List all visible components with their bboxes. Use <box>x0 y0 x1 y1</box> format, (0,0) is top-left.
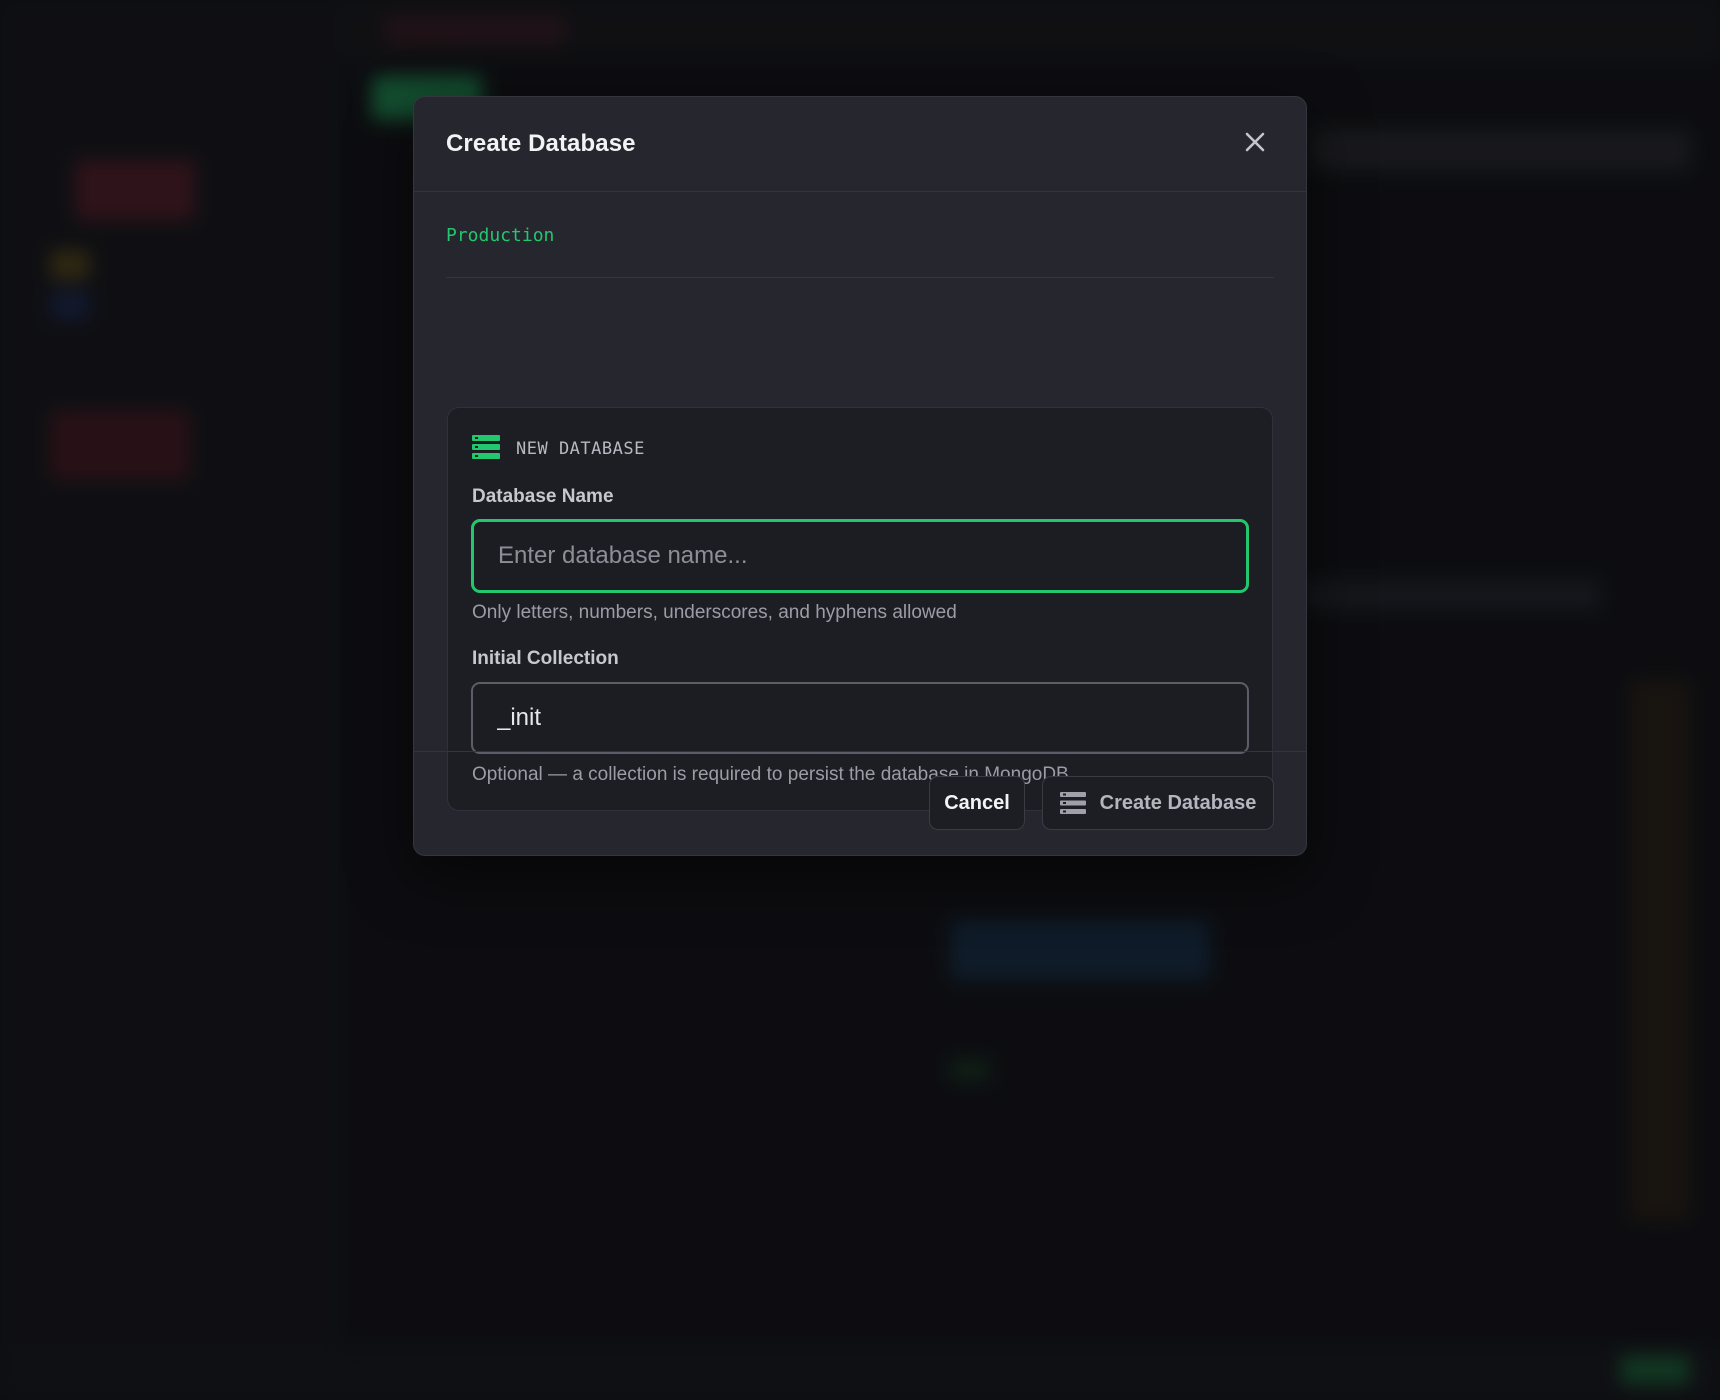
card-header: NEW DATABASE <box>472 434 645 464</box>
app-window: Create Database Production NEW DATABASE … <box>0 0 1720 1400</box>
divider <box>446 277 1274 278</box>
cancel-button[interactable]: Cancel <box>929 776 1025 830</box>
card-heading: NEW DATABASE <box>516 439 645 459</box>
create-database-button[interactable]: Create Database <box>1042 776 1274 830</box>
initial-collection-label: Initial Collection <box>472 648 619 669</box>
database-name-input[interactable] <box>471 519 1249 593</box>
database-icon <box>1059 792 1086 814</box>
dialog-footer: Cancel Create Database <box>414 751 1306 855</box>
create-database-dialog: Create Database Production NEW DATABASE … <box>413 96 1307 856</box>
initial-collection-input[interactable] <box>471 682 1249 754</box>
dialog-title: Create Database <box>446 130 636 157</box>
create-button-label: Create Database <box>1099 791 1257 814</box>
database-name-help: Only letters, numbers, underscores, and … <box>472 602 957 623</box>
close-icon <box>1243 130 1267 159</box>
database-name-label: Database Name <box>472 486 614 507</box>
close-button[interactable] <box>1236 125 1274 163</box>
dialog-header: Create Database <box>414 97 1306 192</box>
connection-name: Production <box>446 225 555 246</box>
database-icon <box>472 434 500 464</box>
cancel-button-label: Cancel <box>944 791 1010 814</box>
